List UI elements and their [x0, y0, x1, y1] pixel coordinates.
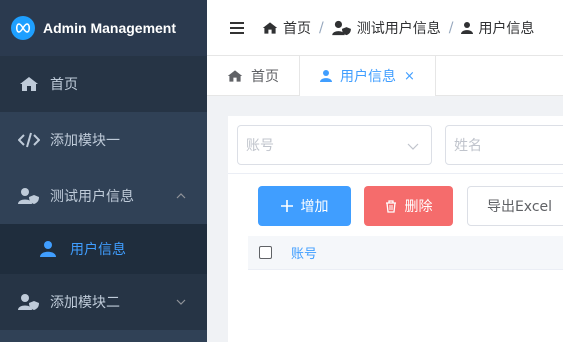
- select-all-checkbox[interactable]: [259, 246, 272, 259]
- user-icon: [40, 240, 58, 258]
- sidebar-item-test-user-info[interactable]: 测试用户信息: [0, 168, 207, 224]
- breadcrumb-item-user-info: 用户信息: [478, 20, 535, 37]
- tab-bar: 首页 用户信息 ×: [207, 56, 563, 96]
- sidebar-item-user-info[interactable]: 用户信息: [0, 224, 207, 274]
- account-select[interactable]: 账号: [237, 125, 432, 165]
- sidebar-item-module-one[interactable]: 添加模块一: [0, 112, 207, 168]
- plus-icon: [280, 200, 293, 212]
- main-content: 账号 姓名 增加 删除 导出Excel 账号: [228, 116, 563, 342]
- sidebar-item-label: 用户信息: [70, 242, 126, 258]
- tab-user-info[interactable]: 用户信息 ×: [300, 56, 436, 96]
- breadcrumb: 首页 / 测试用户信息 / 用户信息: [262, 18, 534, 38]
- sidebar-item-label: 测试用户信息: [50, 189, 134, 205]
- export-excel-button[interactable]: 导出Excel: [467, 186, 563, 226]
- user-icon: [461, 21, 474, 35]
- chevron-down-icon: [407, 143, 419, 150]
- trash-icon: [385, 199, 397, 213]
- breadcrumb-separator: /: [319, 19, 324, 36]
- hamburger-icon[interactable]: [230, 19, 244, 37]
- add-button-label: 增加: [300, 199, 329, 215]
- sidebar-item-label: 添加模块二: [50, 295, 120, 311]
- sidebar-item-home[interactable]: 首页: [0, 56, 207, 112]
- sidebar-item-label: 首页: [50, 77, 78, 93]
- add-button[interactable]: 增加: [258, 186, 351, 226]
- home-icon: [227, 69, 243, 83]
- name-placeholder: 姓名: [454, 138, 482, 154]
- column-header-account[interactable]: 账号: [291, 243, 317, 262]
- app-title: Admin Management: [43, 20, 177, 36]
- chevron-down-icon: [176, 299, 186, 305]
- tab-label: 首页: [251, 69, 279, 85]
- breadcrumb-separator: /: [448, 19, 454, 36]
- account-placeholder: 账号: [246, 138, 274, 154]
- home-icon: [18, 75, 40, 93]
- name-input[interactable]: 姓名: [445, 125, 563, 165]
- breadcrumb-item-home[interactable]: 首页: [283, 18, 311, 38]
- filter-row: 账号 姓名: [228, 116, 563, 174]
- chevron-up-icon: [176, 193, 186, 199]
- user-shield-icon: [18, 187, 40, 205]
- user-icon: [320, 69, 332, 83]
- top-header: 首页 / 测试用户信息 / 用户信息: [207, 0, 563, 56]
- table-header: 账号: [248, 236, 563, 270]
- breadcrumb-item-test-user-info[interactable]: 测试用户信息: [357, 18, 441, 38]
- brand-header: Admin Management: [0, 0, 207, 56]
- export-button-label: 导出Excel: [486, 199, 553, 215]
- code-icon: [18, 131, 40, 149]
- close-icon[interactable]: ×: [404, 69, 415, 84]
- user-shield-icon: [18, 293, 40, 311]
- sidebar-item-module-two[interactable]: 添加模块二: [0, 274, 207, 330]
- sidebar-item-label: 添加模块一: [50, 133, 120, 149]
- delete-button[interactable]: 删除: [364, 186, 453, 226]
- sidebar: Admin Management 首页 添加模块一 测试用户信息 用户信息 添加…: [0, 0, 207, 342]
- user-shield-icon: [331, 20, 352, 36]
- tab-home[interactable]: 首页: [207, 56, 300, 96]
- home-icon: [262, 21, 278, 35]
- logo-icon: [11, 16, 35, 40]
- tab-label: 用户信息: [340, 69, 396, 85]
- delete-button-label: 删除: [404, 199, 433, 215]
